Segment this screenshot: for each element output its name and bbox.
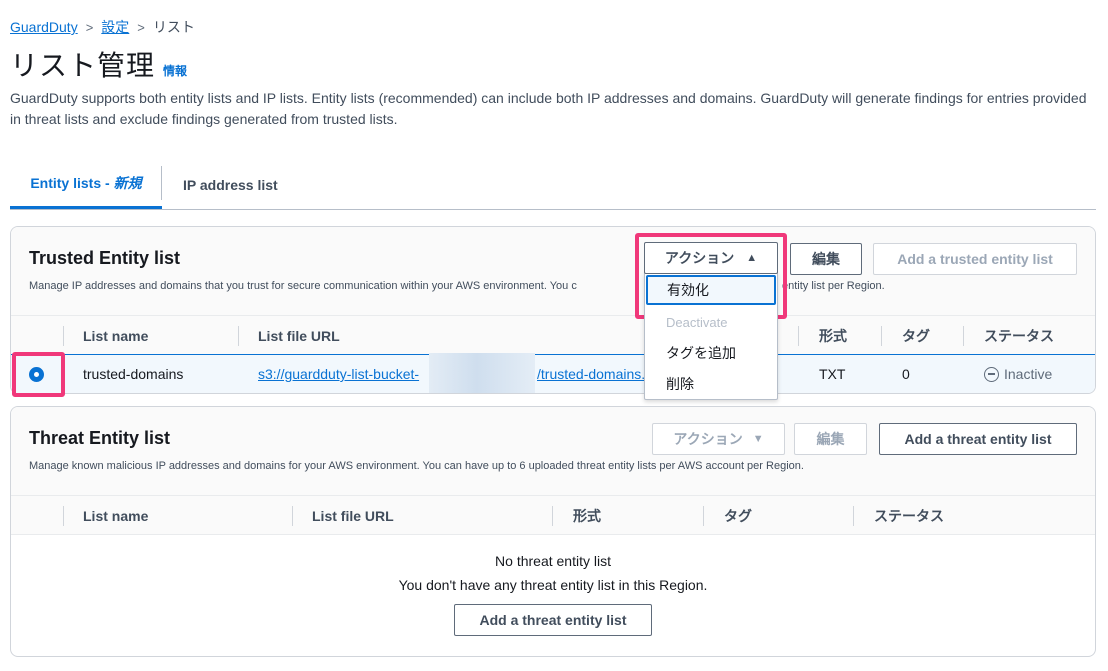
tab-ip-address-list[interactable]: IP address list	[183, 160, 278, 210]
caret-down-icon: ▼	[752, 433, 764, 445]
menu-item-delete[interactable]: 削除	[645, 368, 777, 399]
tab-entity-lists-label: Entity lists -	[30, 175, 110, 191]
column-separator	[238, 326, 239, 346]
column-tags: タグ	[902, 328, 930, 344]
page-title: リスト管理	[10, 50, 156, 81]
column-format: 形式	[819, 328, 847, 344]
caret-up-icon: ▲	[746, 252, 758, 264]
add-trusted-entity-list-button[interactable]: Add a trusted entity list	[873, 243, 1077, 275]
trusted-actions-label: アクション	[664, 250, 735, 266]
highlight-row-radio	[12, 352, 65, 397]
column-tags: タグ	[724, 508, 752, 524]
trusted-table-header: List name List file URL 形式 タグ ステータス	[11, 315, 1095, 355]
column-separator	[292, 506, 293, 526]
page-description: GuardDuty supports both entity lists and…	[10, 90, 1087, 127]
column-separator	[552, 506, 553, 526]
threat-actions-label: アクション	[673, 431, 743, 447]
trusted-entity-subtitle-left: Manage IP addresses and domains that you…	[29, 280, 577, 292]
column-separator	[63, 506, 64, 526]
row-status-label: Inactive	[1004, 366, 1053, 382]
breadcrumb-separator: >	[137, 19, 145, 35]
info-link[interactable]: 情報	[163, 62, 187, 79]
trusted-entity-header: Trusted Entity list Manage IP addresses …	[11, 227, 1095, 315]
menu-item-deactivate[interactable]: Deactivate	[645, 307, 777, 338]
trusted-entity-subtitle: Manage IP addresses and domains that you…	[29, 280, 885, 292]
column-format: 形式	[573, 508, 601, 524]
row-url-link-right[interactable]: /trusted-domains.	[537, 366, 645, 382]
empty-add-threat-entity-list-button[interactable]: Add a threat entity list	[454, 604, 652, 636]
breadcrumb-settings-link[interactable]: 設定	[101, 17, 129, 37]
breadcrumb: GuardDuty > 設定 > リスト	[10, 17, 195, 37]
menu-item-activate[interactable]: 有効化	[646, 275, 776, 305]
row-format: TXT	[819, 366, 846, 382]
column-separator	[798, 326, 799, 346]
empty-state-title: No threat entity list	[495, 553, 611, 569]
threat-edit-button[interactable]: 編集	[794, 423, 867, 455]
column-separator	[63, 326, 64, 346]
menu-item-add-tag[interactable]: タグを追加	[645, 337, 777, 368]
column-separator	[853, 506, 854, 526]
redacted-bucket-name	[429, 353, 535, 393]
column-list-name: List name	[83, 508, 149, 524]
tab-entity-lists[interactable]: Entity lists - 新規	[10, 160, 162, 209]
breadcrumb-current: リスト	[152, 19, 195, 35]
trusted-entity-subtitle-right: entity list per Region.	[782, 280, 885, 292]
row-list-name: trusted-domains	[83, 366, 184, 382]
threat-entity-title: Threat Entity list	[29, 428, 171, 448]
row-tags: 0	[902, 366, 910, 382]
column-status: ステータス	[984, 328, 1054, 344]
actions-menu: 有効化 Deactivate タグを追加 削除	[644, 272, 778, 400]
table-row[interactable]: trusted-domains s3://guardduty-list-buck…	[11, 353, 1095, 393]
breadcrumb-separator: >	[85, 19, 94, 35]
trusted-entity-panel: Trusted Entity list Manage IP addresses …	[10, 226, 1096, 394]
threat-entity-subtitle: Manage known malicious IP addresses and …	[29, 460, 804, 472]
page-header: リスト管理 情報	[10, 44, 187, 84]
threat-entity-panel: Threat Entity list Manage known maliciou…	[10, 406, 1096, 657]
row-list-file-url[interactable]: s3://guardduty-list-bucket- /trusted-dom…	[258, 355, 645, 393]
empty-state-text: You don't have any threat entity list in…	[398, 577, 708, 593]
row-url-link-left[interactable]: s3://guardduty-list-bucket-	[258, 366, 419, 382]
tab-divider	[161, 166, 162, 200]
column-list-file-url: List file URL	[312, 508, 394, 524]
inactive-status-icon	[984, 366, 999, 382]
threat-table-header: List name List file URL 形式 タグ ステータス	[11, 495, 1095, 535]
trusted-edit-button[interactable]: 編集	[790, 243, 862, 275]
column-separator	[963, 326, 964, 346]
threat-actions-dropdown-button[interactable]: アクション ▼	[652, 423, 785, 455]
column-list-file-url: List file URL	[258, 328, 340, 344]
threat-entity-header: Threat Entity list Manage known maliciou…	[11, 407, 1095, 495]
row-status: Inactive	[984, 355, 1052, 393]
tab-new-badge: 新規	[113, 175, 142, 191]
column-separator	[703, 506, 704, 526]
breadcrumb-guardduty-link[interactable]: GuardDuty	[10, 19, 78, 35]
column-separator	[881, 326, 882, 346]
trusted-actions-dropdown-button[interactable]: アクション ▲	[644, 242, 778, 274]
column-list-name: List name	[83, 328, 149, 344]
column-status: ステータス	[874, 508, 944, 524]
tab-bar: Entity lists - 新規 IP address list	[10, 160, 1096, 210]
trusted-entity-title: Trusted Entity list	[29, 248, 181, 268]
add-threat-entity-list-button[interactable]: Add a threat entity list	[879, 423, 1077, 455]
